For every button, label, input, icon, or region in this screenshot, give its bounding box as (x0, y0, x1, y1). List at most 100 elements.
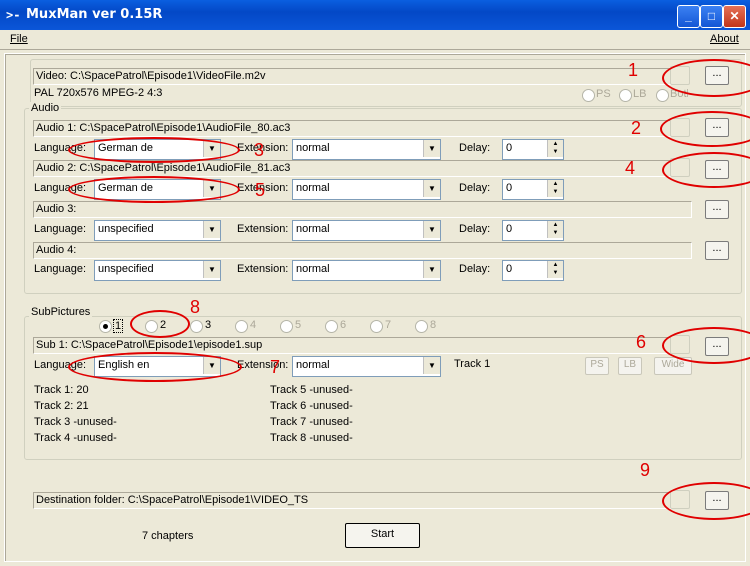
audio2-extension-select[interactable]: normal ▼ (292, 179, 441, 200)
audio4-language-value: unspecified (98, 263, 154, 275)
audio4-extension-select[interactable]: normal ▼ (292, 260, 441, 281)
audio1-delay-label: Delay: (459, 142, 491, 154)
video-info: PAL 720x576 MPEG-2 4:3 (34, 87, 163, 99)
audio4-extension-label: Extension: (237, 263, 289, 275)
start-button[interactable]: Start (345, 523, 420, 548)
annotation-oval (68, 176, 240, 203)
spinner-arrows-icon: ▲ ▼ (547, 180, 563, 197)
window-title: MuxMan ver 0.15R (26, 7, 163, 22)
track-list-item: Track 3 -unused- (34, 416, 117, 428)
chevron-down-icon: ▼ (203, 261, 220, 278)
menu-divider (0, 49, 750, 50)
chevron-down-icon: ▼ (423, 221, 440, 238)
annotation-oval (68, 352, 242, 382)
audio3-language-select[interactable]: unspecified ▼ (94, 220, 221, 241)
annotation-number: 4 (625, 158, 636, 178)
audio3-delay-spinner[interactable]: 0 ▲ ▼ (502, 220, 564, 241)
chevron-down-icon: ▼ (423, 140, 440, 157)
track-list-item: Track 4 -unused- (34, 432, 117, 444)
audio1-delay-value: 0 (506, 142, 513, 154)
audio4-browse-button[interactable]: ... (705, 241, 729, 260)
audio3-delay-value: 0 (506, 223, 513, 235)
audio4-delay-spinner[interactable]: 0 ▲ ▼ (502, 260, 564, 281)
audio-group-label: Audio (29, 102, 62, 114)
audio3-extension-select[interactable]: normal ▼ (292, 220, 441, 241)
annotation-oval (68, 137, 240, 163)
minimize-button[interactable]: _ (677, 5, 700, 28)
sub-tab-5-radio[interactable] (280, 320, 293, 333)
sub-track-label: Track 1 (454, 358, 491, 370)
sub-path-field: Sub 1: C:\SpacePatrol\Episode1\episode1.… (33, 337, 687, 354)
audio2-delay-label: Delay: (459, 182, 491, 194)
sub-tab-7-label: 7 (385, 319, 392, 331)
audio1-extension-select[interactable]: normal ▼ (292, 139, 441, 160)
annotation-number: 5 (255, 180, 266, 200)
sub-tab-4-label: 4 (250, 319, 257, 331)
audio4-language-label: Language: (34, 263, 86, 275)
audio4-delay-value: 0 (506, 263, 513, 275)
sub-lb-button[interactable]: LB (618, 357, 642, 375)
audio3-language-label: Language: (34, 223, 86, 235)
audio2-extension-value: normal (296, 182, 330, 194)
sub-tab-3-radio[interactable] (190, 320, 203, 333)
track-list-item: Track 7 -unused- (270, 416, 353, 428)
audio2-delay-spinner[interactable]: 0 ▲ ▼ (502, 179, 564, 200)
maximize-button[interactable]: □ (700, 5, 723, 28)
sub-tab-5-label: 5 (295, 319, 302, 331)
sub-tab-1-radio[interactable] (99, 320, 112, 333)
sub-tab-8-label: 8 (430, 319, 437, 331)
audio4-path-field: Audio 4: (33, 242, 692, 259)
audio3-browse-button[interactable]: ... (705, 200, 729, 219)
audio4-language-select[interactable]: unspecified ▼ (94, 260, 221, 281)
sub-extension-value: normal (296, 359, 330, 371)
menu-bar: File About (0, 30, 750, 49)
spinner-arrows-icon: ▲ ▼ (547, 261, 563, 278)
track-list-item: Track 5 -unused- (270, 384, 353, 396)
video-path-field: Video: C:\SpacePatrol\Episode1\VideoFile… (33, 68, 687, 85)
radio-ps[interactable] (582, 89, 595, 102)
sub-extension-label: Extension: (237, 359, 289, 371)
audio3-language-value: unspecified (98, 223, 154, 235)
maximize-icon: □ (707, 9, 716, 23)
menu-file[interactable]: File (10, 33, 28, 45)
track-list-item: Track 2: 21 (34, 400, 89, 412)
chapters-count: 7 chapters (142, 530, 194, 542)
sub-tab-6-radio[interactable] (325, 320, 338, 333)
audio3-path-field: Audio 3: (33, 201, 692, 218)
annotation-number: 3 (254, 140, 265, 160)
audio3-extension-label: Extension: (237, 223, 289, 235)
radio-both[interactable] (656, 89, 669, 102)
chevron-down-icon: ▼ (423, 357, 440, 374)
radio-lb[interactable] (619, 89, 632, 102)
menu-about[interactable]: About (710, 33, 739, 45)
sub-tab-8-radio[interactable] (415, 320, 428, 333)
annotation-number: 8 (190, 297, 201, 317)
audio1-delay-spinner[interactable]: 0 ▲ ▼ (502, 139, 564, 160)
chevron-down-icon: ▼ (203, 221, 220, 238)
radio-lb-label: LB (633, 88, 647, 100)
minimize-icon: _ (685, 9, 692, 23)
sub-tab-6-label: 6 (340, 319, 347, 331)
audio1-path-field: Audio 1: C:\SpacePatrol\Episode1\AudioFi… (33, 120, 687, 137)
radio-ps-label: PS (596, 88, 611, 100)
annotation-number: 9 (640, 460, 651, 480)
close-icon: ✕ (729, 9, 740, 23)
annotation-number: 7 (270, 357, 281, 377)
audio4-extension-value: normal (296, 263, 330, 275)
track-list-item: Track 1: 20 (34, 384, 89, 396)
annotation-number: 2 (631, 118, 642, 138)
destination-path-field: Destination folder: C:\SpacePatrol\Episo… (33, 492, 687, 509)
sub-tab-3-label[interactable]: 3 (205, 319, 211, 331)
title-bar[interactable]: >- MuxMan ver 0.15R _ □ ✕ (0, 0, 750, 30)
annotation-oval (130, 310, 190, 338)
audio1-extension-value: normal (296, 142, 330, 154)
sub-tab-4-radio[interactable] (235, 320, 248, 333)
sub-tab-1-label[interactable]: 1 (113, 319, 124, 333)
sub-tab-7-radio[interactable] (370, 320, 383, 333)
spinner-arrows-icon: ▲ ▼ (547, 221, 563, 238)
close-button[interactable]: ✕ (723, 5, 746, 28)
sub-extension-select[interactable]: normal ▼ (292, 356, 441, 377)
annotation-number: 1 (628, 60, 639, 80)
sub-ps-button[interactable]: PS (585, 357, 609, 375)
audio3-extension-value: normal (296, 223, 330, 235)
